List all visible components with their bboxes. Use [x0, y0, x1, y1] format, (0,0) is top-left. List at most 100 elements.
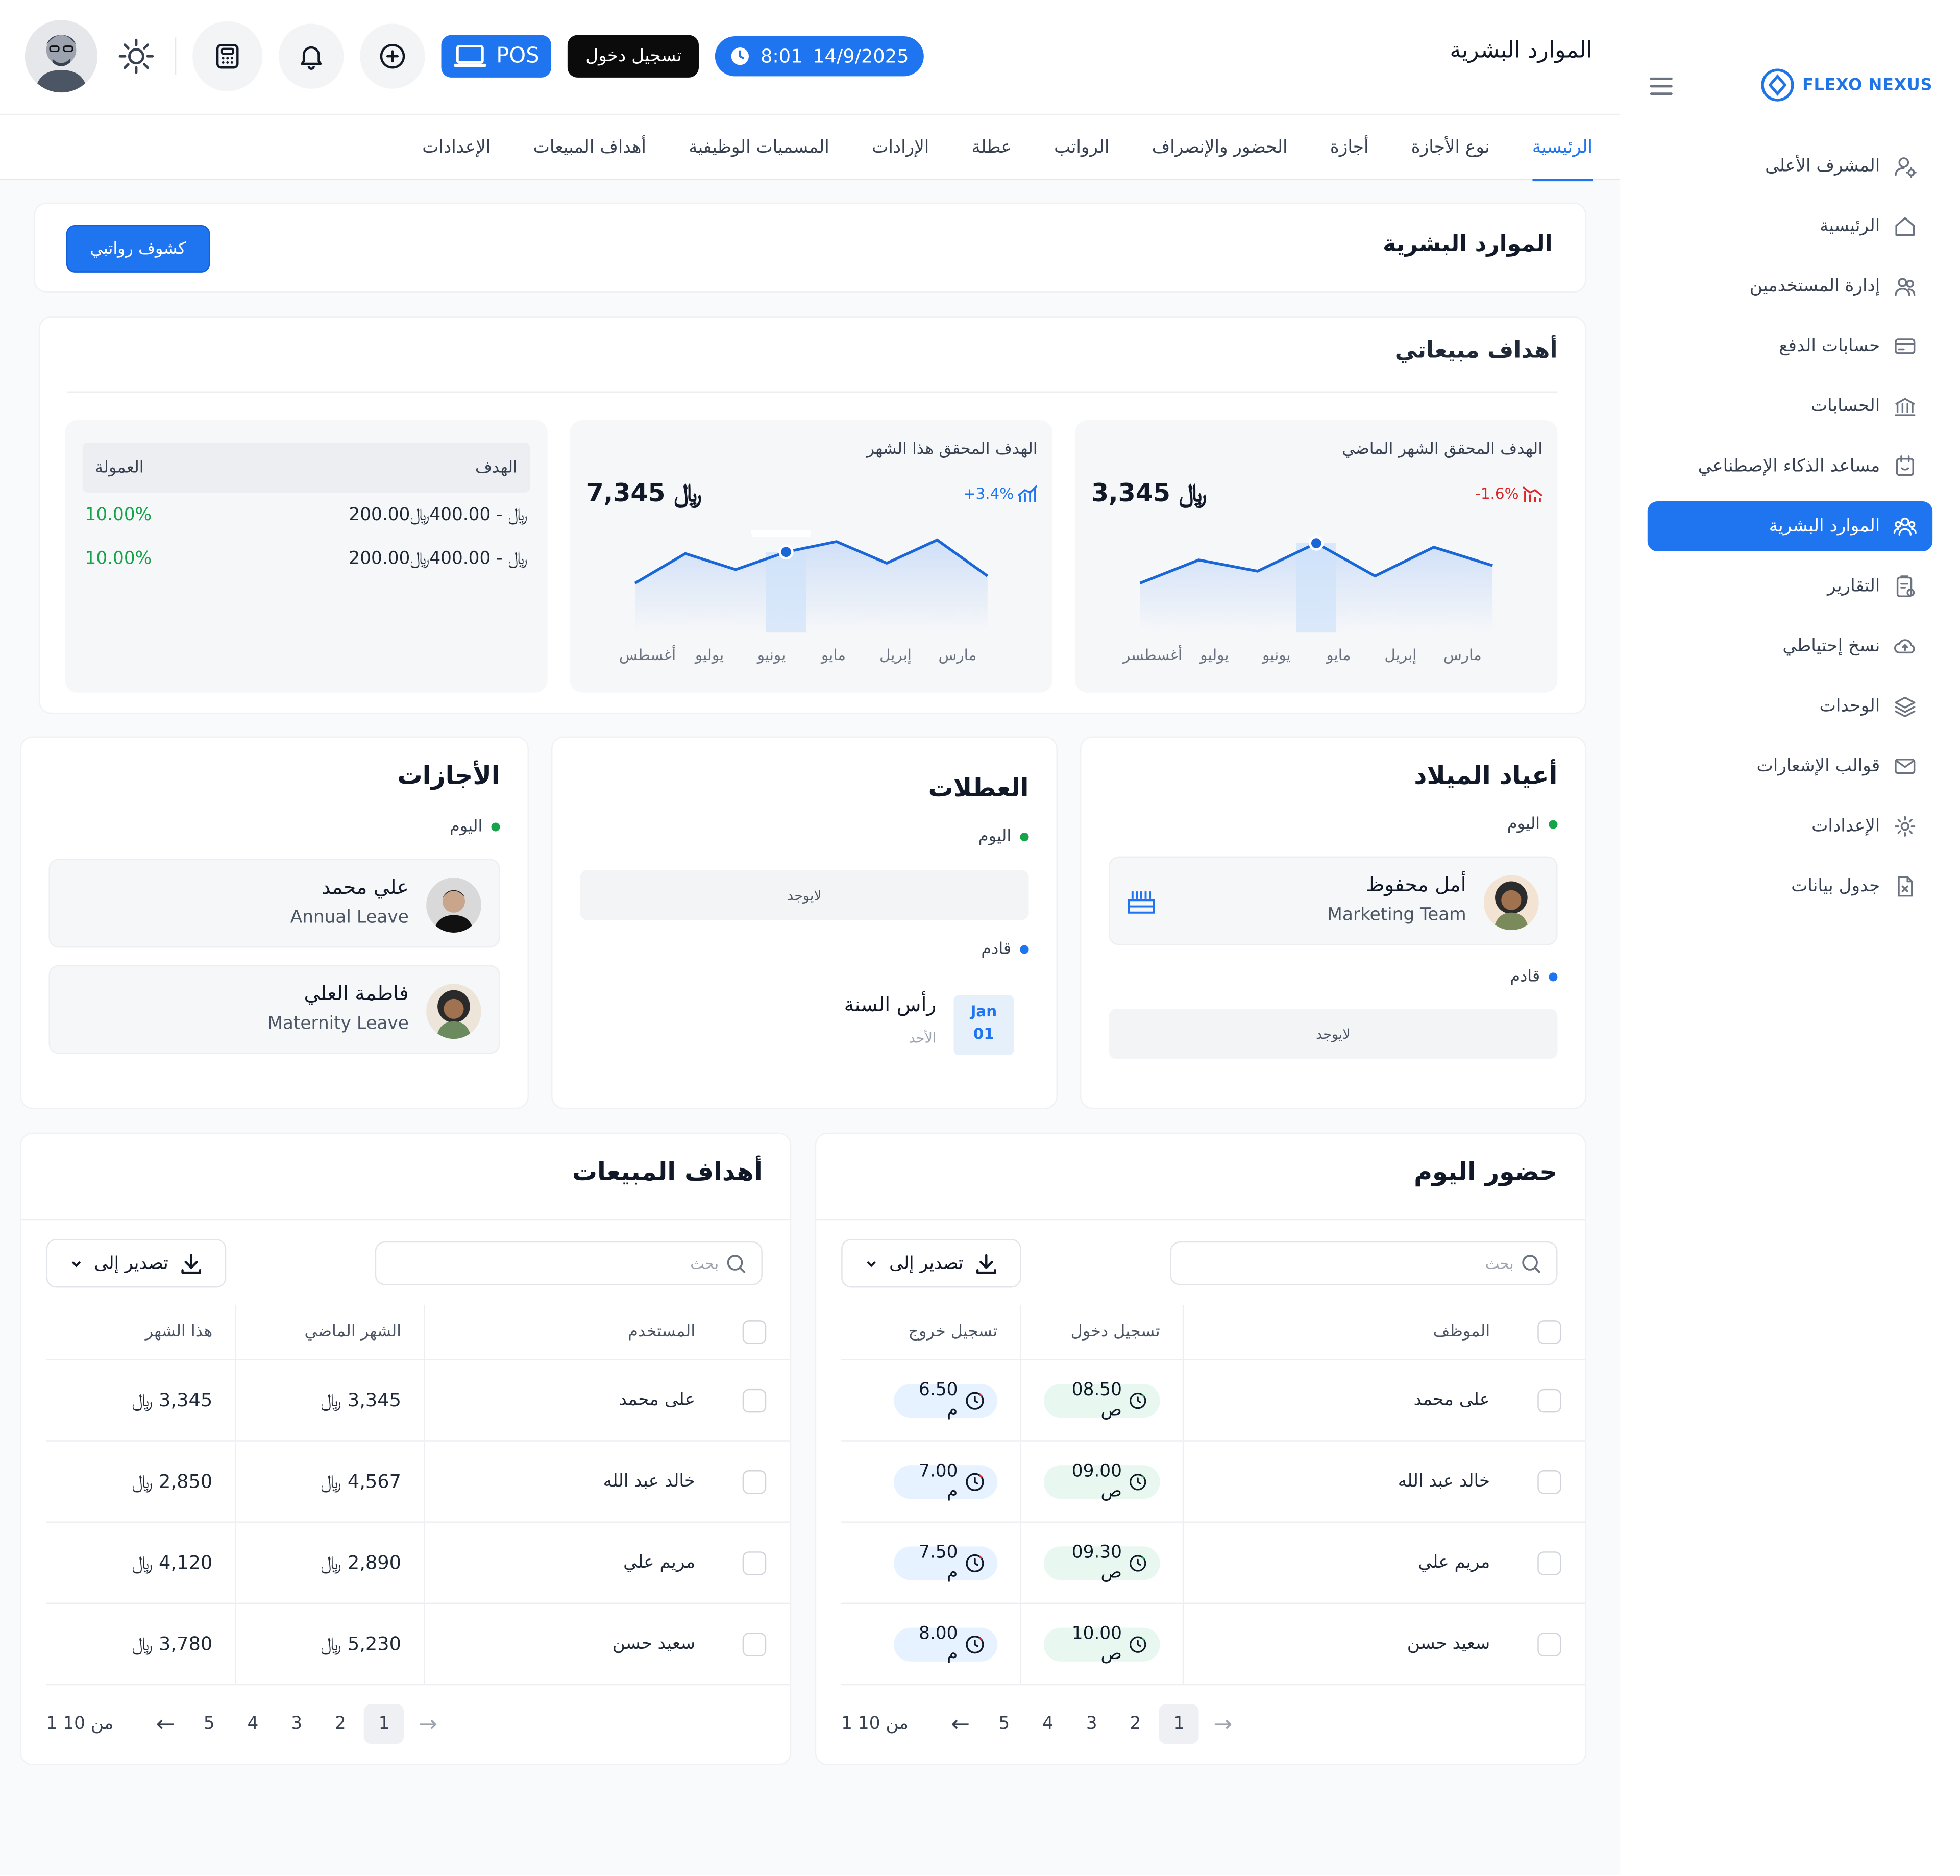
column-header[interactable]: المستخدم	[424, 1305, 718, 1359]
tab[interactable]: الرئيسية	[1532, 115, 1593, 182]
chart-month-label: مارس	[939, 646, 977, 664]
tab[interactable]: المسميات الوظيفية	[689, 115, 829, 180]
previous-page-icon[interactable]: ←	[145, 1704, 185, 1744]
tab[interactable]: الرواتب	[1054, 115, 1109, 180]
sidebar-item[interactable]: مساعد الذكاء الإصطناعي	[1648, 441, 1932, 491]
sales-export-button[interactable]: تصدير إلى	[46, 1238, 227, 1288]
last-month-card: الهدف المحقق الشهر الماضي -1.6% 3,345 ﷼ …	[1075, 420, 1558, 693]
check-in-button[interactable]: تسجيل دخول	[568, 35, 700, 78]
table-row[interactable]: سعيد حسن 5,230 ﷼ 3,780 ﷼	[46, 1604, 790, 1686]
column-header[interactable]: الموظف	[1182, 1305, 1513, 1359]
sidebar-item[interactable]: المشرف الأعلى	[1648, 141, 1932, 191]
page-number[interactable]: 1	[1159, 1703, 1199, 1744]
chart-month-label: يونيو	[1261, 646, 1291, 664]
sidebar-item[interactable]: الحسابات	[1648, 381, 1932, 431]
page-number[interactable]: 2	[321, 1704, 360, 1744]
page-number[interactable]: 3	[1072, 1704, 1112, 1744]
column-header[interactable]: الشهر الماضي	[235, 1305, 424, 1359]
table-row[interactable]: خالد عبد الله 4,567 ﷼ 2,850 ﷼	[46, 1441, 790, 1523]
column-header[interactable]: تسجيل خروج	[871, 1305, 1020, 1359]
table-row[interactable]: على محمد 3,345 ﷼ 3,345 ﷼	[46, 1360, 790, 1442]
sidebar-item[interactable]: إدارة المستخدمين	[1648, 261, 1932, 311]
tab[interactable]: عطلة	[972, 115, 1012, 180]
leave-card[interactable]: فاطمة العلي Maternity Leave	[48, 965, 500, 1054]
menu-toggle-icon[interactable]	[1650, 77, 1673, 95]
page-number[interactable]: 1	[364, 1703, 404, 1744]
clock-icon	[1130, 1392, 1147, 1409]
table-row[interactable]: خالد عبد الله 09.00 ص 7.00 م	[841, 1441, 1585, 1523]
tab[interactable]: أهداف المبيعات	[533, 115, 646, 180]
sidebar-item[interactable]: نسخ إحتياطي	[1648, 621, 1932, 671]
add-button[interactable]	[360, 23, 425, 89]
calculator-button[interactable]	[192, 21, 263, 91]
payslips-button[interactable]: كشوف رواتبي	[66, 225, 210, 273]
table-row[interactable]: على محمد 08.50 ص 6.50 م	[841, 1360, 1585, 1442]
row-checkbox[interactable]	[1537, 1632, 1561, 1656]
divider	[816, 1219, 1585, 1221]
row-checkbox[interactable]	[1537, 1469, 1561, 1494]
sidebar-item[interactable]: حسابات الدفع	[1648, 321, 1932, 371]
page-number[interactable]: 5	[189, 1704, 229, 1744]
select-all-checkbox[interactable]	[742, 1320, 766, 1344]
attendance-search-input[interactable]: بحث	[1170, 1241, 1558, 1285]
birthday-card[interactable]: أمل محفوظ Marketing Team	[1109, 856, 1558, 945]
check-in-pill: 08.50 ص	[1043, 1380, 1160, 1420]
table-row[interactable]: مريم علي 09.30 ص 7.50 م	[841, 1522, 1585, 1604]
tab[interactable]: الحضور والإنصراف	[1152, 115, 1288, 180]
next-page-icon[interactable]: →	[408, 1704, 448, 1744]
select-all-checkbox[interactable]	[1537, 1320, 1561, 1344]
search-placeholder: بحث	[690, 1254, 719, 1272]
previous-page-icon[interactable]: ←	[940, 1704, 980, 1744]
row-checkbox[interactable]	[1537, 1550, 1561, 1575]
check-out-cell: 8.00 م	[871, 1604, 1020, 1684]
row-select-cell	[1512, 1360, 1585, 1441]
card-icon	[1893, 334, 1918, 359]
page-number[interactable]: 4	[1028, 1704, 1068, 1744]
sidebar-item[interactable]: الوحدات	[1648, 681, 1932, 732]
chevron-down-icon	[867, 1260, 876, 1267]
column-header[interactable]: هذا الشهر	[46, 1305, 235, 1359]
page-number[interactable]: 5	[984, 1704, 1024, 1744]
sales-search-input[interactable]: بحث	[375, 1241, 763, 1285]
download-icon	[976, 1253, 996, 1274]
tab[interactable]: الإعدادات	[422, 115, 491, 180]
table-row[interactable]: مريم علي 2,890 ﷼ 4,120 ﷼	[46, 1522, 790, 1604]
row-checkbox[interactable]	[742, 1469, 766, 1494]
check-out-cell: 6.50 م	[871, 1360, 1020, 1441]
pos-button[interactable]: POS	[441, 35, 552, 78]
brand-logo[interactable]: FLEXO NEXUS	[1757, 65, 1932, 105]
row-checkbox[interactable]	[742, 1632, 766, 1656]
tab[interactable]: أجازة	[1330, 115, 1369, 180]
birthdays-upcoming-label: قادم	[1510, 968, 1558, 986]
sidebar-item[interactable]: الموارد البشرية	[1647, 501, 1933, 552]
table-row[interactable]: سعيد حسن 10.00 ص 8.00 م	[841, 1604, 1585, 1686]
divider	[21, 1219, 790, 1221]
commission-table: الهدف العمولة 200.00﷼ - 400.00﷼ 10.00% 200…	[82, 442, 530, 580]
row-checkbox[interactable]	[742, 1388, 766, 1412]
sidebar-item[interactable]: الرئيسية	[1648, 201, 1932, 251]
commission-rows: 200.00﷼ - 400.00﷼ 10.00% 200.00﷼ - 400.00﷼…	[83, 493, 530, 580]
notifications-button[interactable]	[279, 23, 344, 89]
chart-point	[778, 544, 794, 559]
sidebar-item[interactable]: جدول بيانات	[1648, 861, 1932, 911]
sidebar-item[interactable]: قوالب الإشعارات	[1648, 741, 1932, 791]
tab[interactable]: نوع الأجازة	[1411, 115, 1490, 180]
row-checkbox[interactable]	[1537, 1388, 1561, 1412]
page-number[interactable]: 3	[277, 1704, 316, 1744]
next-page-icon[interactable]: →	[1203, 1704, 1243, 1744]
attendance-export-button[interactable]: تصدير إلى	[841, 1238, 1021, 1288]
leave-card[interactable]: علي محمد Annual Leave	[48, 859, 500, 948]
page-number[interactable]: 2	[1115, 1704, 1155, 1744]
this-month-value: 7,345 ﷼	[586, 477, 702, 508]
user-avatar[interactable]	[24, 20, 98, 93]
avatar	[426, 878, 481, 933]
sidebar-item[interactable]: الإعدادات	[1648, 801, 1932, 851]
sidebar-item[interactable]: التقارير	[1648, 562, 1932, 612]
theme-toggle[interactable]	[114, 34, 159, 79]
table-header-row: المستخدم الشهر الماضي هذا الشهر	[46, 1305, 790, 1360]
column-header[interactable]: تسجيل دخول	[1020, 1305, 1182, 1359]
row-checkbox[interactable]	[742, 1550, 766, 1575]
page-header-card: الموارد البشرية كشوف رواتبي	[34, 202, 1586, 293]
page-number[interactable]: 4	[233, 1704, 273, 1744]
tab[interactable]: الإرادات	[872, 115, 929, 180]
